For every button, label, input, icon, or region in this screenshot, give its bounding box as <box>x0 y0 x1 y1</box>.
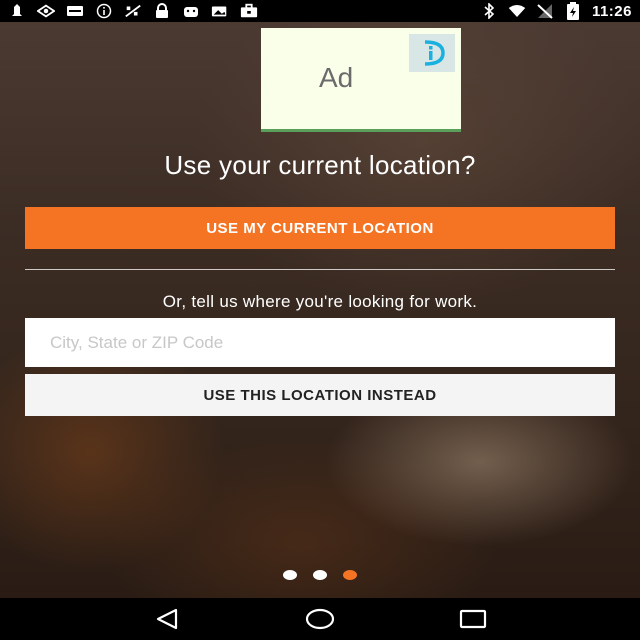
notification-icon <box>8 4 26 18</box>
ad-banner[interactable]: Ad <box>261 28 461 132</box>
battery-icon <box>564 2 582 20</box>
bluetooth-icon <box>480 3 498 19</box>
ad-label: Ad <box>319 62 354 93</box>
briefcase-icon <box>240 3 258 18</box>
status-bar: 11:26 <box>0 0 640 22</box>
card-icon <box>66 4 84 18</box>
location-search-input[interactable] <box>25 318 615 367</box>
page-title: Use your current location? <box>164 150 476 180</box>
home-icon[interactable] <box>295 601 345 637</box>
wifi-icon <box>508 4 526 18</box>
lock-icon <box>153 3 171 18</box>
info-icon <box>95 3 113 19</box>
location-icon <box>37 4 55 18</box>
onboarding-location-screen: Ad Use your current location? USE MY CUR… <box>0 22 640 598</box>
page-dot-3[interactable] <box>343 570 357 580</box>
page-indicator <box>0 570 640 580</box>
status-right-icons: 11:26 <box>480 2 632 20</box>
photo-icon <box>211 4 229 18</box>
alternate-location-prompt: Or, tell us where you're looking for wor… <box>162 292 478 311</box>
divider <box>25 269 615 270</box>
no-signal-icon <box>124 4 142 18</box>
page-dot-1[interactable] <box>283 570 297 580</box>
android-icon <box>182 4 200 18</box>
use-current-location-button[interactable]: USE MY CURRENT LOCATION <box>25 207 615 249</box>
recents-icon[interactable] <box>448 601 498 637</box>
status-time: 11:26 <box>591 2 632 20</box>
use-this-location-button[interactable]: USE THIS LOCATION INSTEAD <box>25 374 615 416</box>
back-icon[interactable] <box>142 601 192 637</box>
status-left-icons <box>8 3 258 19</box>
ad-network-logo-icon[interactable] <box>409 34 455 72</box>
navigation-bar <box>0 598 640 640</box>
page-dot-2[interactable] <box>313 570 327 580</box>
no-sim-icon <box>536 4 554 19</box>
